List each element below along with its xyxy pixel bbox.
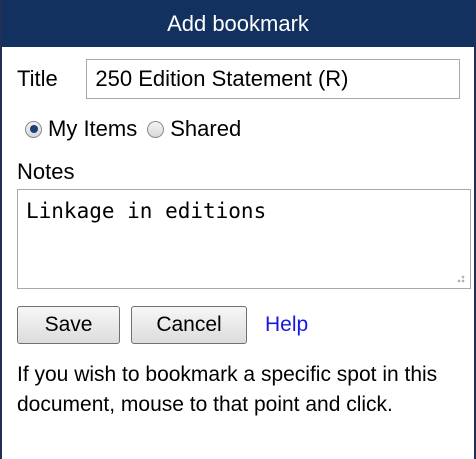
notes-textarea[interactable]: Linkage in editions — [17, 189, 471, 289]
action-buttons: Save Cancel Help — [17, 306, 460, 344]
save-button[interactable]: Save — [17, 306, 120, 344]
title-label: Title — [17, 65, 58, 91]
cancel-button[interactable]: Cancel — [131, 306, 247, 344]
bookmark-instructions: If you wish to bookmark a specific spot … — [17, 363, 438, 416]
my-items-radio[interactable] — [25, 120, 42, 138]
dialog-content: Title My Items Shared Notes Linkage in e… — [2, 47, 474, 420]
dialog-title: Add bookmark — [2, 0, 474, 47]
notes-wrapper: Linkage in editions — [17, 189, 471, 289]
scope-radio-group: My Items Shared — [17, 111, 460, 147]
notes-label: Notes — [17, 159, 75, 184]
add-bookmark-dialog: Add bookmark Title My Items Shared Notes… — [0, 0, 476, 459]
shared-label[interactable]: Shared — [170, 116, 241, 142]
shared-radio[interactable] — [147, 120, 165, 138]
title-row: Title — [17, 58, 460, 99]
my-items-label[interactable]: My Items — [48, 116, 137, 142]
title-input[interactable] — [86, 58, 460, 99]
help-link[interactable]: Help — [265, 313, 308, 337]
